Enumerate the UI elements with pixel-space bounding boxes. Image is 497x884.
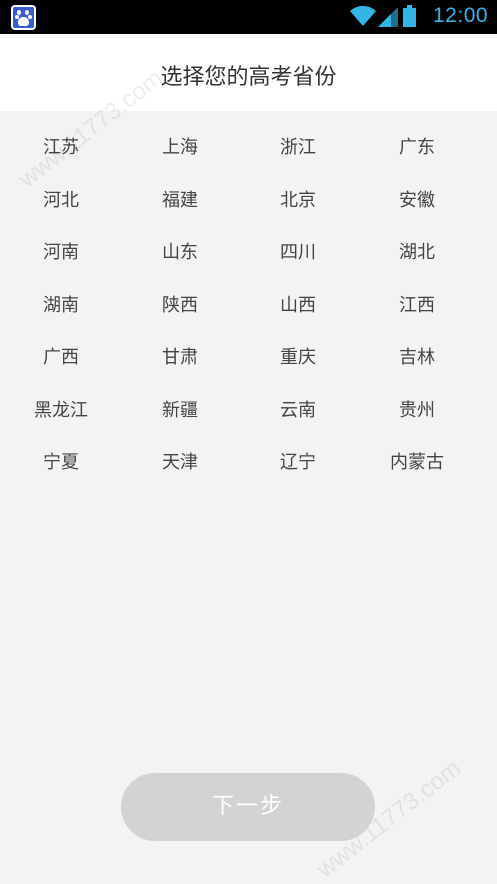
province-option[interactable]: 新疆 [120,396,240,426]
province-option[interactable]: 广东 [357,133,477,163]
province-option[interactable]: 浙江 [238,133,358,163]
next-step-button[interactable]: 下一步 [121,773,375,841]
province-option[interactable]: 内蒙古 [357,448,477,478]
baidu-app-icon [11,5,36,30]
province-option[interactable]: 云南 [238,396,358,426]
province-option[interactable]: 湖北 [357,238,477,268]
status-bar: 12:00 [0,0,497,34]
status-time: 12:00 [433,4,489,27]
province-option[interactable]: 四川 [238,238,358,268]
province-option[interactable]: 湖南 [1,291,121,321]
signal-icon [378,7,398,27]
battery-icon [403,5,416,27]
province-option[interactable]: 河北 [1,186,121,216]
province-option[interactable]: 北京 [238,186,358,216]
province-option[interactable]: 山西 [238,291,358,321]
province-option[interactable]: 吉林 [357,343,477,373]
province-option[interactable]: 广西 [1,343,121,373]
province-option[interactable]: 安徽 [357,186,477,216]
page-header: 选择您的高考省份 [0,34,497,111]
province-option[interactable]: 天津 [120,448,240,478]
province-option[interactable]: 上海 [120,133,240,163]
province-option[interactable]: 江苏 [1,133,121,163]
province-option[interactable]: 河南 [1,238,121,268]
province-option[interactable]: 黑龙江 [1,396,121,426]
province-option[interactable]: 辽宁 [238,448,358,478]
page-title: 选择您的高考省份 [160,65,337,90]
province-option[interactable]: 陕西 [120,291,240,321]
province-option[interactable]: 江西 [357,291,477,321]
province-option[interactable]: 山东 [120,238,240,268]
province-option[interactable]: 福建 [120,186,240,216]
province-option[interactable]: 甘肃 [120,343,240,373]
wifi-icon [350,5,376,26]
province-option[interactable]: 重庆 [238,343,358,373]
province-option[interactable]: 宁夏 [1,448,121,478]
province-option[interactable]: 贵州 [357,396,477,426]
